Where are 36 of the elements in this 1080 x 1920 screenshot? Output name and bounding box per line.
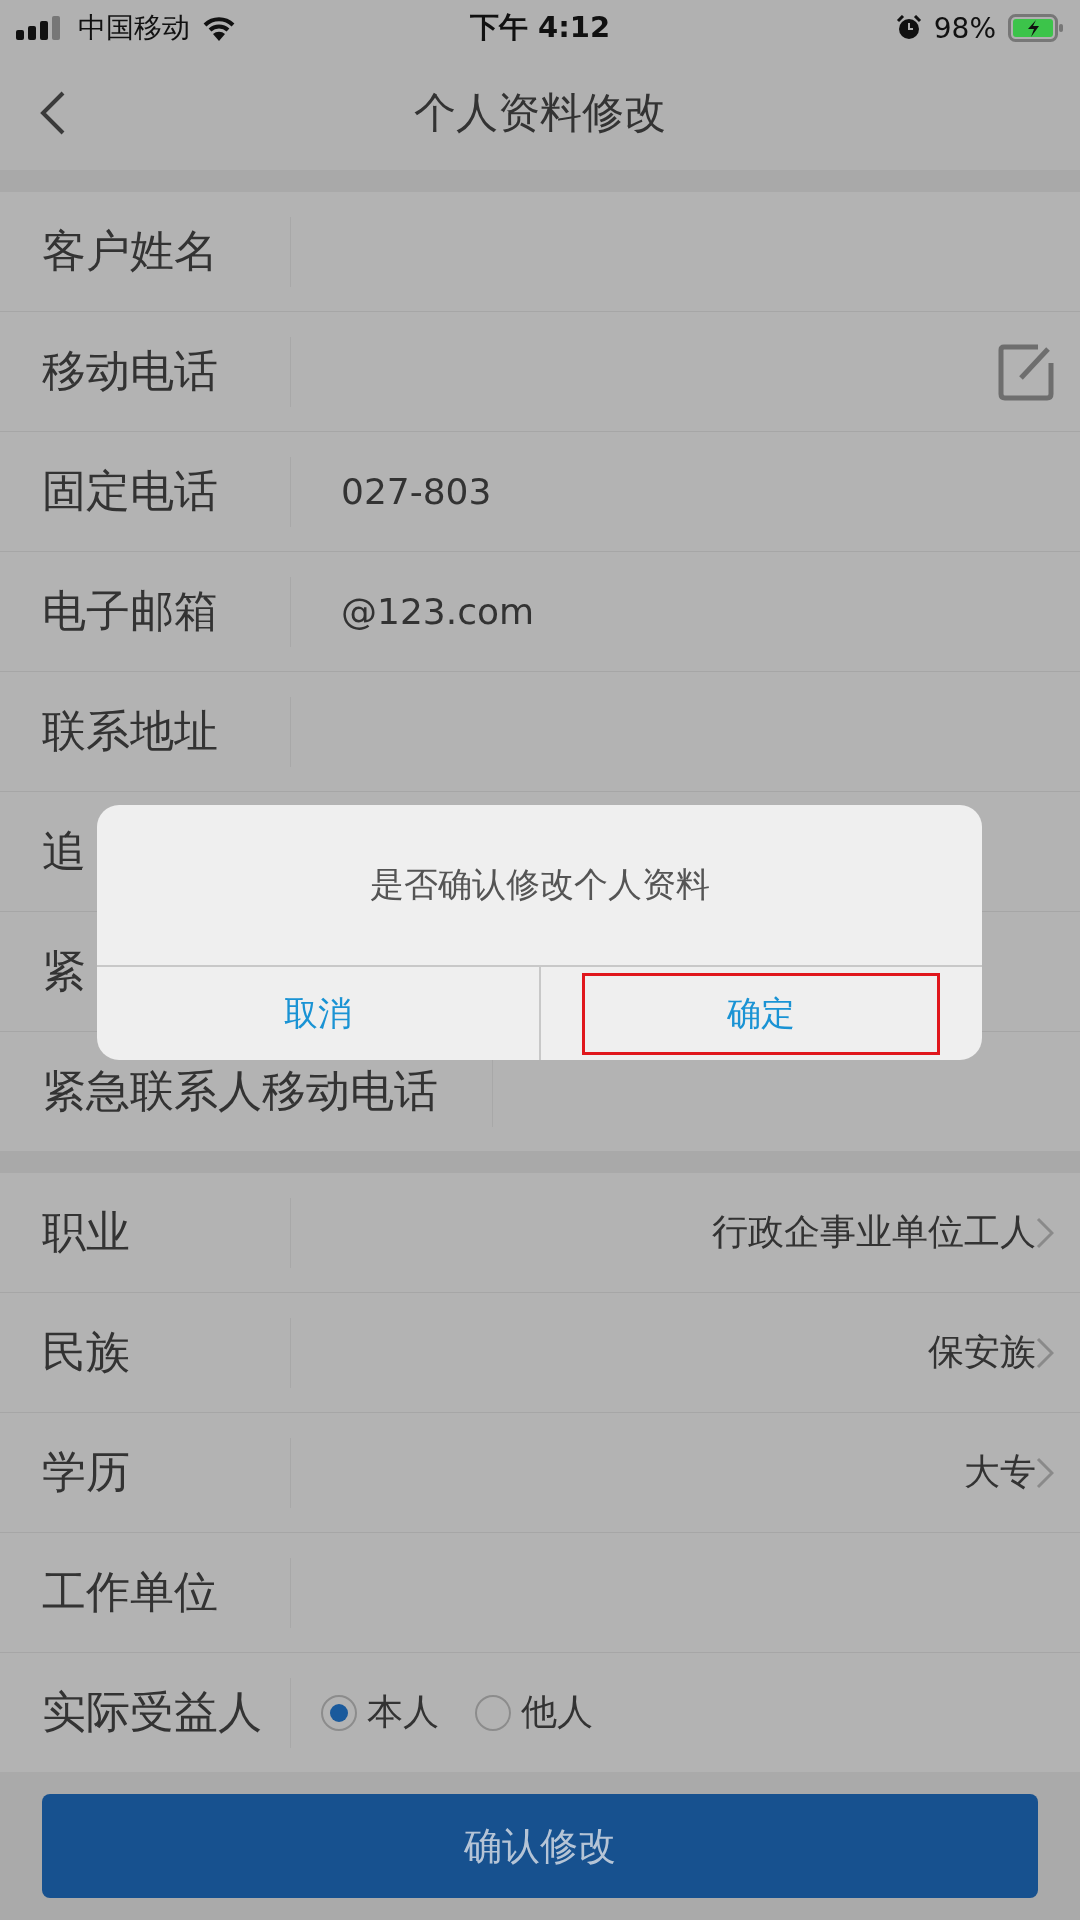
field-label: 客户姓名 [42,224,219,278]
carrier-name: 中国移动 [78,10,190,46]
field-label: 民族 [42,1325,131,1379]
field-label: 紧急联系人移动电话 [42,1064,439,1118]
field-label: 固定电话 [42,464,219,518]
field-label: 移动电话 [42,344,219,398]
alarm-icon [895,15,922,41]
battery-percent: 98% [933,11,996,45]
chevron-icon [1036,1456,1054,1489]
confirm-button[interactable]: 确认修改 [42,1794,1038,1898]
field-label: 职业 [42,1205,131,1259]
field-label: 学历 [42,1445,131,1499]
field-value[interactable]: @123.com [341,591,535,632]
back-icon[interactable] [38,90,66,136]
radio-circle[interactable] [475,1694,511,1731]
field-label: 工作单位 [42,1565,219,1619]
status-time: 下午 4:12 [469,9,611,46]
dialog-message: 是否确认修改个人资料 [97,805,982,967]
field-label: 电子邮箱 [42,584,219,638]
field-label: 追 [42,824,87,878]
field-label: 实际受益人 [42,1685,263,1739]
chevron-icon [1036,1216,1054,1249]
radio-option[interactable]: 他人 [475,1688,593,1737]
battery-icon [1008,14,1064,42]
edit-icon[interactable] [998,342,1054,401]
field-label: 紧 [42,944,87,998]
radio-circle[interactable] [321,1694,357,1731]
select-value[interactable]: 保安族 [928,1328,1036,1377]
page-title: 个人资料修改 [414,87,666,139]
select-value[interactable]: 大专 [964,1448,1036,1497]
select-value[interactable]: 行政企事业单位工人 [712,1208,1036,1257]
chevron-icon [1036,1336,1054,1369]
field-value[interactable]: 027-803 [341,471,492,512]
radio-option[interactable]: 本人 [321,1688,439,1737]
wifi-icon [202,15,236,41]
field-label: 联系地址 [42,704,219,758]
